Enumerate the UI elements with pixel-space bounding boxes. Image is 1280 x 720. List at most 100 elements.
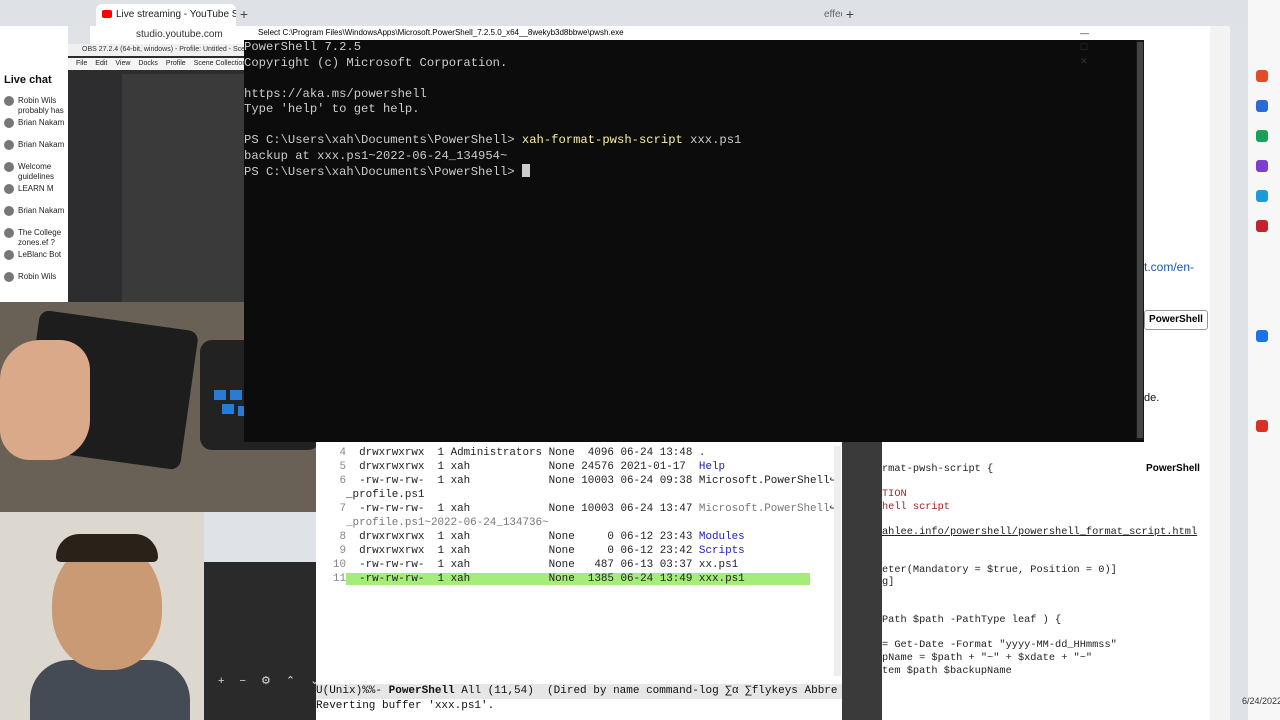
file-meta: -rw-rw-rw- 1 xah None 10003 06-24 09:38: [346, 475, 699, 487]
obs-menu-item[interactable]: Edit: [95, 60, 107, 67]
file-name[interactable]: Help: [699, 461, 725, 473]
taskbar-clock: 6/24/2022: [1242, 696, 1280, 706]
avatar: [4, 140, 14, 150]
file-name[interactable]: Modules: [699, 531, 745, 543]
file-meta: -rw-rw-rw- 1 xah None 1385 06-24 13:49: [346, 573, 699, 585]
file-name[interactable]: xx.ps1: [699, 559, 738, 571]
emacs-scrollbar[interactable]: [834, 446, 841, 676]
tab-youtube-studio[interactable]: Live streaming - YouTube Studio: [96, 4, 236, 26]
avatar: [4, 162, 14, 172]
chat-message[interactable]: Brian Nakam: [4, 206, 68, 220]
chat-message[interactable]: Robin Wils: [4, 272, 68, 286]
file-name-continued: _profile.ps1: [346, 489, 425, 501]
docs-link[interactable]: t.com/en-: [1144, 260, 1194, 274]
term-line: backup at xxx.ps1~2022-06-24_134954~: [244, 148, 508, 163]
code-line: pName = $path + "~" + $xdate + "~": [882, 651, 1093, 664]
obs-menu-item[interactable]: Profile: [166, 60, 186, 67]
code-line: g]: [882, 576, 895, 589]
code-line: TION: [882, 488, 907, 501]
chat-author: Robin Wils: [18, 272, 57, 282]
dired-row[interactable]: 7 -rw-rw-rw- 1 xah None 10003 06-24 13:4…: [326, 502, 836, 516]
dired-row[interactable]: 10 -rw-rw-rw- 1 xah None 487 06-13 03:37…: [326, 558, 834, 572]
dired-row[interactable]: 5 drwxrwxrwx 1 xah None 24576 2021-01-17…: [326, 460, 834, 474]
app-icon[interactable]: [1256, 220, 1268, 232]
dired-row[interactable]: 9 drwxrwxrwx 1 xah None 0 06-12 23:42 Sc…: [326, 544, 834, 558]
term-line: PowerShell 7.2.5: [244, 40, 362, 54]
obs-menu-item[interactable]: View: [115, 60, 130, 67]
file-name[interactable]: xxx.ps1: [698, 573, 745, 585]
dired-row[interactable]: 6 -rw-rw-rw- 1 xah None 10003 06-24 09:3…: [326, 474, 836, 488]
term-line: Copyright (c) Microsoft Corporation.: [244, 55, 508, 70]
code-line: tem $path $backupName: [882, 664, 1012, 677]
avatar: [4, 118, 14, 128]
terminal-scroll-thumb[interactable]: [1137, 42, 1143, 438]
page-scrollbar[interactable]: [1210, 26, 1230, 720]
file-meta: -rw-rw-rw- 1 xah None 487 06-13 03:37: [346, 559, 699, 571]
chat-message[interactable]: LEARN M: [4, 184, 68, 198]
new-tab-button[interactable]: +: [236, 6, 252, 22]
file-name[interactable]: Microsoft.PowerShell: [699, 475, 830, 487]
term-prompt: PS C:\Users\xah\Documents\PowerShell>: [244, 165, 522, 179]
avatar: [4, 228, 14, 238]
tab-other[interactable]: effect sh: [804, 4, 842, 26]
obs-source-buttons[interactable]: + − ⚙ ⌃ ⌄: [218, 674, 325, 687]
file-name[interactable]: Scripts: [699, 545, 745, 557]
chat-author: Brian Nakam: [18, 140, 65, 150]
code-line: ahlee.info/powershell/powershell_format_…: [882, 525, 1198, 538]
line-number: 8: [339, 531, 346, 543]
file-meta: -rw-rw-rw- 1 xah None 10003 06-24 13:47: [346, 503, 699, 515]
terminal-output[interactable]: PowerShell 7.2.5 Copyright (c) Microsoft…: [244, 40, 1136, 440]
chat-message[interactable]: Brian Nakam: [4, 118, 68, 132]
emacs-minibuffer: Reverting buffer 'xxx.ps1'.: [316, 699, 842, 713]
code-line: = Get-Date -Format "yyyy-MM-dd_HHmmss": [882, 639, 1117, 652]
file-name[interactable]: .: [699, 447, 706, 459]
file-meta: drwxrwxrwx 1 xah None 0 06-12 23:42: [346, 545, 699, 557]
dired-row[interactable]: 8 drwxrwxrwx 1 xah None 0 06-12 23:43 Mo…: [326, 530, 834, 544]
live-chat-heading: Live chat: [4, 74, 52, 86]
app-icon[interactable]: [1256, 130, 1268, 142]
highlight-fill: [744, 573, 811, 585]
file-meta: drwxrwxrwx 1 xah None 0 06-12 23:43: [346, 531, 699, 543]
app-icon[interactable]: [1256, 190, 1268, 202]
chat-author: Brian Nakam: [18, 118, 65, 128]
avatar: [4, 272, 14, 282]
file-meta: drwxrwxrwx 1 Administrators None 4096 06…: [346, 447, 699, 459]
obs-menu-item[interactable]: Docks: [138, 60, 157, 67]
chat-message[interactable]: Brian Nakam: [4, 140, 68, 154]
term-command: xah-format-pwsh-script: [521, 133, 683, 147]
hand-image: [0, 340, 90, 460]
dired-row[interactable]: 4 drwxrwxrwx 1 Administrators None 4096 …: [326, 446, 834, 460]
window-controls[interactable]: — ☐ ✕: [1080, 26, 1142, 66]
dired-row[interactable]: 11 -rw-rw-rw- 1 xah None 1385 06-24 13:4…: [326, 572, 834, 586]
editor-code[interactable]: rmat-pwsh-script { TION hell script ahlee…: [882, 463, 1208, 693]
app-icon[interactable]: [1256, 330, 1268, 342]
term-line: Type 'help' to get help.: [244, 102, 420, 116]
chat-author: The College: [18, 228, 62, 238]
obs-menu-item[interactable]: Scene Collection: [194, 60, 244, 67]
app-icon[interactable]: [1256, 420, 1268, 432]
file-meta: drwxrwxrwx 1 xah None 24576 2021-01-17: [346, 461, 699, 473]
chat-author: LeBlanc Bot: [18, 250, 62, 260]
obs-menu-bar: File Edit View Docks Profile Scene Collection: [68, 58, 244, 70]
new-tab-button-2[interactable]: +: [842, 6, 858, 22]
avatar: [4, 184, 14, 194]
line-number: 11: [332, 573, 346, 585]
terminal-title: Select C:\Program Files\WindowsApps\Micr…: [244, 26, 1144, 40]
chat-message[interactable]: LeBlanc Bot: [4, 250, 68, 264]
line-number: 9: [339, 545, 346, 557]
line-number: 6: [339, 475, 346, 487]
line-number: 7: [339, 503, 346, 515]
line-number: 4: [339, 447, 346, 459]
dired-listing[interactable]: 4 drwxrwxrwx 1 Administrators None 4096 …: [326, 446, 836, 686]
chat-author: LEARN M: [18, 184, 54, 194]
app-icon[interactable]: [1256, 100, 1268, 112]
line-number: 10: [332, 559, 346, 571]
file-name[interactable]: Microsoft.PowerShell: [699, 503, 830, 515]
obs-menu-item[interactable]: File: [76, 60, 87, 67]
app-icon[interactable]: [1256, 70, 1268, 82]
chat-author: Robin Wils: [18, 96, 57, 106]
app-icon[interactable]: [1256, 160, 1268, 172]
